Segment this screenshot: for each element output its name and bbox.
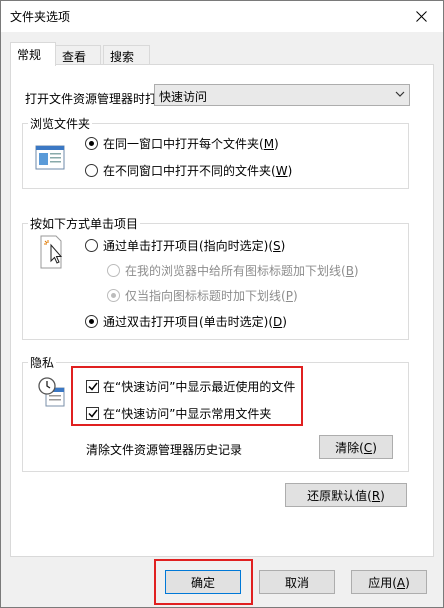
- tab-general[interactable]: 常规: [10, 42, 56, 66]
- restore-defaults-button[interactable]: 还原默认值(R): [285, 483, 407, 507]
- tab-search[interactable]: 搜索: [103, 45, 150, 65]
- tab-search-label: 搜索: [110, 50, 135, 64]
- radio-single-click-text: 通过单击打开项目(指向时选定)(S): [103, 239, 286, 253]
- cancel-button[interactable]: 取消: [259, 570, 335, 594]
- browse-folders-group: 浏览文件夹 在同一窗口中打开每个文件夹(M) 在不同窗口中打开不同的文件夹(W): [22, 115, 409, 189]
- radio-double-click[interactable]: 通过双击打开项目(单击时选定)(D): [85, 313, 287, 330]
- close-icon: [415, 10, 427, 22]
- radio-double-click-indicator[interactable]: [85, 315, 98, 328]
- radio-underline-point[interactable]: 仅当指向图标标题时加下划线(P): [107, 287, 298, 304]
- radio-different-window-text: 在不同窗口中打开不同的文件夹(W): [103, 164, 293, 178]
- privacy-legend: 隐私: [28, 354, 57, 371]
- ok-button[interactable]: 确定: [165, 570, 241, 594]
- folder-window-icon: [35, 145, 65, 170]
- open-explorer-select-value: 快速访问: [159, 90, 208, 104]
- click-items-legend: 按如下方式单击项目: [28, 215, 141, 232]
- open-explorer-select[interactable]: 快速访问: [154, 84, 410, 106]
- apply-button[interactable]: 应用(A): [351, 570, 427, 594]
- chevron-down-icon: [395, 91, 405, 97]
- browse-folders-legend: 浏览文件夹: [28, 115, 93, 132]
- tab-view-label: 查看: [62, 50, 87, 64]
- highlight-privacy-checkboxes: [71, 366, 303, 426]
- radio-underline-point-indicator[interactable]: [107, 289, 120, 302]
- radio-same-window[interactable]: 在同一窗口中打开每个文件夹(M): [85, 135, 279, 152]
- pointer-click-icon: [40, 235, 63, 269]
- restore-defaults-button-label: 还原默认值(R): [307, 488, 385, 503]
- clear-history-button[interactable]: 清除(C): [319, 435, 393, 459]
- radio-double-click-text: 通过双击打开项目(单击时选定)(D): [103, 315, 287, 329]
- radio-underline-all-text: 在我的浏览器中给所有图标标题加下划线(B): [125, 264, 359, 278]
- tab-general-label: 常规: [17, 48, 42, 62]
- apply-button-label: 应用(A): [368, 575, 410, 590]
- general-tab-panel: 打开文件资源管理器时打 快速访问 浏览文件夹 在同一窗口中打开每个文件夹(M): [10, 64, 434, 557]
- radio-underline-point-text: 仅当指向图标标题时加下划线(P): [125, 289, 298, 303]
- title-bar: 文件夹选项: [1, 1, 443, 32]
- cancel-button-label: 取消: [284, 575, 309, 590]
- open-explorer-label: 打开文件资源管理器时打: [25, 92, 155, 106]
- radio-same-window-indicator[interactable]: [85, 137, 98, 150]
- tab-view[interactable]: 查看: [55, 45, 101, 65]
- click-items-group: 按如下方式单击项目 通过单击打开项目(指向时选定)(S) 在我的浏览器中给所有图…: [22, 215, 409, 340]
- radio-underline-all[interactable]: 在我的浏览器中给所有图标标题加下划线(B): [107, 262, 359, 279]
- radio-underline-all-indicator[interactable]: [107, 264, 120, 277]
- ok-button-label: 确定: [190, 575, 215, 590]
- radio-different-window[interactable]: 在不同窗口中打开不同的文件夹(W): [85, 162, 292, 179]
- window-title: 文件夹选项: [10, 10, 71, 24]
- clear-history-button-label: 清除(C): [335, 440, 377, 455]
- clock-document-icon: [38, 377, 65, 407]
- radio-different-window-indicator[interactable]: [85, 164, 98, 177]
- radio-single-click-indicator[interactable]: [85, 239, 98, 252]
- clear-history-label: 清除文件资源管理器历史记录: [86, 443, 243, 457]
- folder-options-dialog: 文件夹选项 常规 查看 搜索 打开文件资源管理器时打 快速访问 浏览文件夹 在同…: [0, 0, 444, 608]
- radio-single-click[interactable]: 通过单击打开项目(指向时选定)(S): [85, 237, 285, 254]
- radio-same-window-text: 在同一窗口中打开每个文件夹(M): [103, 137, 279, 151]
- close-button[interactable]: [401, 3, 441, 29]
